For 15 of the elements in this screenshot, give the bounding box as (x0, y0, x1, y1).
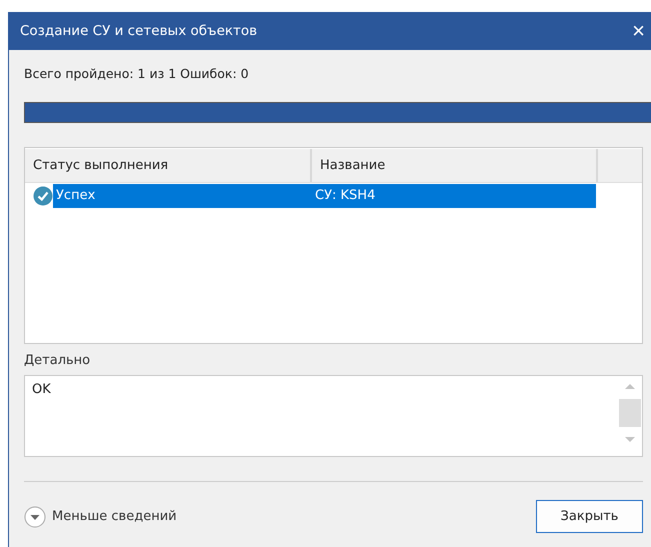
scroll-up-icon[interactable] (624, 382, 636, 390)
close-dialog-button[interactable]: Закрыть (536, 500, 643, 533)
details-label: Детально (24, 353, 92, 370)
window-title: Создание СУ и сетевых объектов (20, 23, 258, 39)
summary-text: Всего пройдено: 1 из 1 Ошибок: 0 (24, 66, 250, 83)
column-header[interactable]: Название (312, 149, 598, 182)
column-header[interactable]: Статус выполнения (25, 149, 312, 182)
table-cell-text: Успех (55, 188, 96, 203)
scroll-down-icon[interactable] (624, 436, 636, 444)
close-button[interactable]: × (626, 20, 651, 42)
check-icon (33, 186, 53, 206)
table-cell: СУ: KSH4 (315, 188, 376, 203)
details-toggle[interactable]: Меньше сведений (24, 506, 177, 528)
details-field[interactable]: OK (24, 375, 643, 457)
details-text: OK (31, 381, 52, 399)
